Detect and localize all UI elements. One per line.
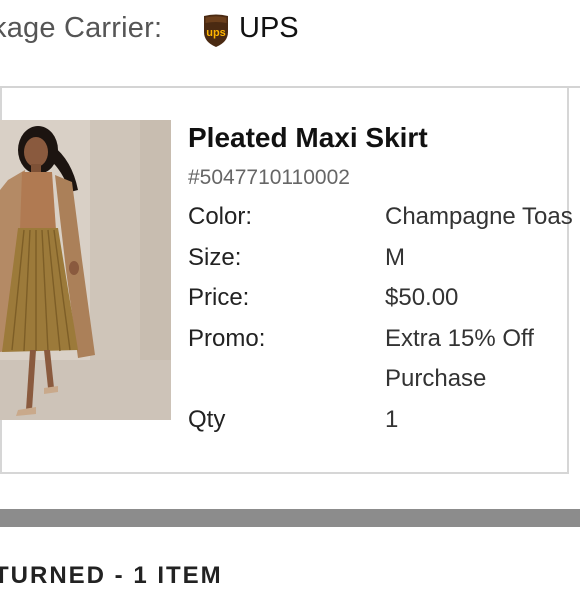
color-label: Color: — [188, 203, 253, 230]
product-sku: #5047710110002 — [188, 166, 350, 189]
carrier-name: UPS — [239, 12, 299, 44]
promo-value-line2: Purchase — [385, 365, 487, 392]
ups-logo-text: ups — [206, 27, 226, 39]
package-carrier-row: kage Carrier: ups UPS — [0, 0, 580, 60]
price-value: $50.00 — [385, 284, 459, 311]
section-separator-band — [0, 509, 580, 527]
product-photo[interactable] — [0, 120, 171, 420]
size-label: Size: — [188, 244, 242, 271]
ups-logo-icon: ups — [204, 14, 228, 47]
returned-items-heading: TURNED - 1 ITEM — [0, 562, 223, 589]
promo-value-line1: Extra 15% Off — [385, 325, 534, 352]
carrier-label: kage Carrier: — [0, 12, 163, 44]
product-title[interactable]: Pleated Maxi Skirt — [188, 122, 428, 154]
price-label: Price: — [188, 284, 250, 311]
size-value: M — [385, 244, 405, 271]
qty-label: Qty — [188, 406, 226, 433]
color-value: Champagne Toas — [385, 203, 573, 230]
qty-value: 1 — [385, 406, 399, 433]
promo-label: Promo: — [188, 325, 266, 352]
